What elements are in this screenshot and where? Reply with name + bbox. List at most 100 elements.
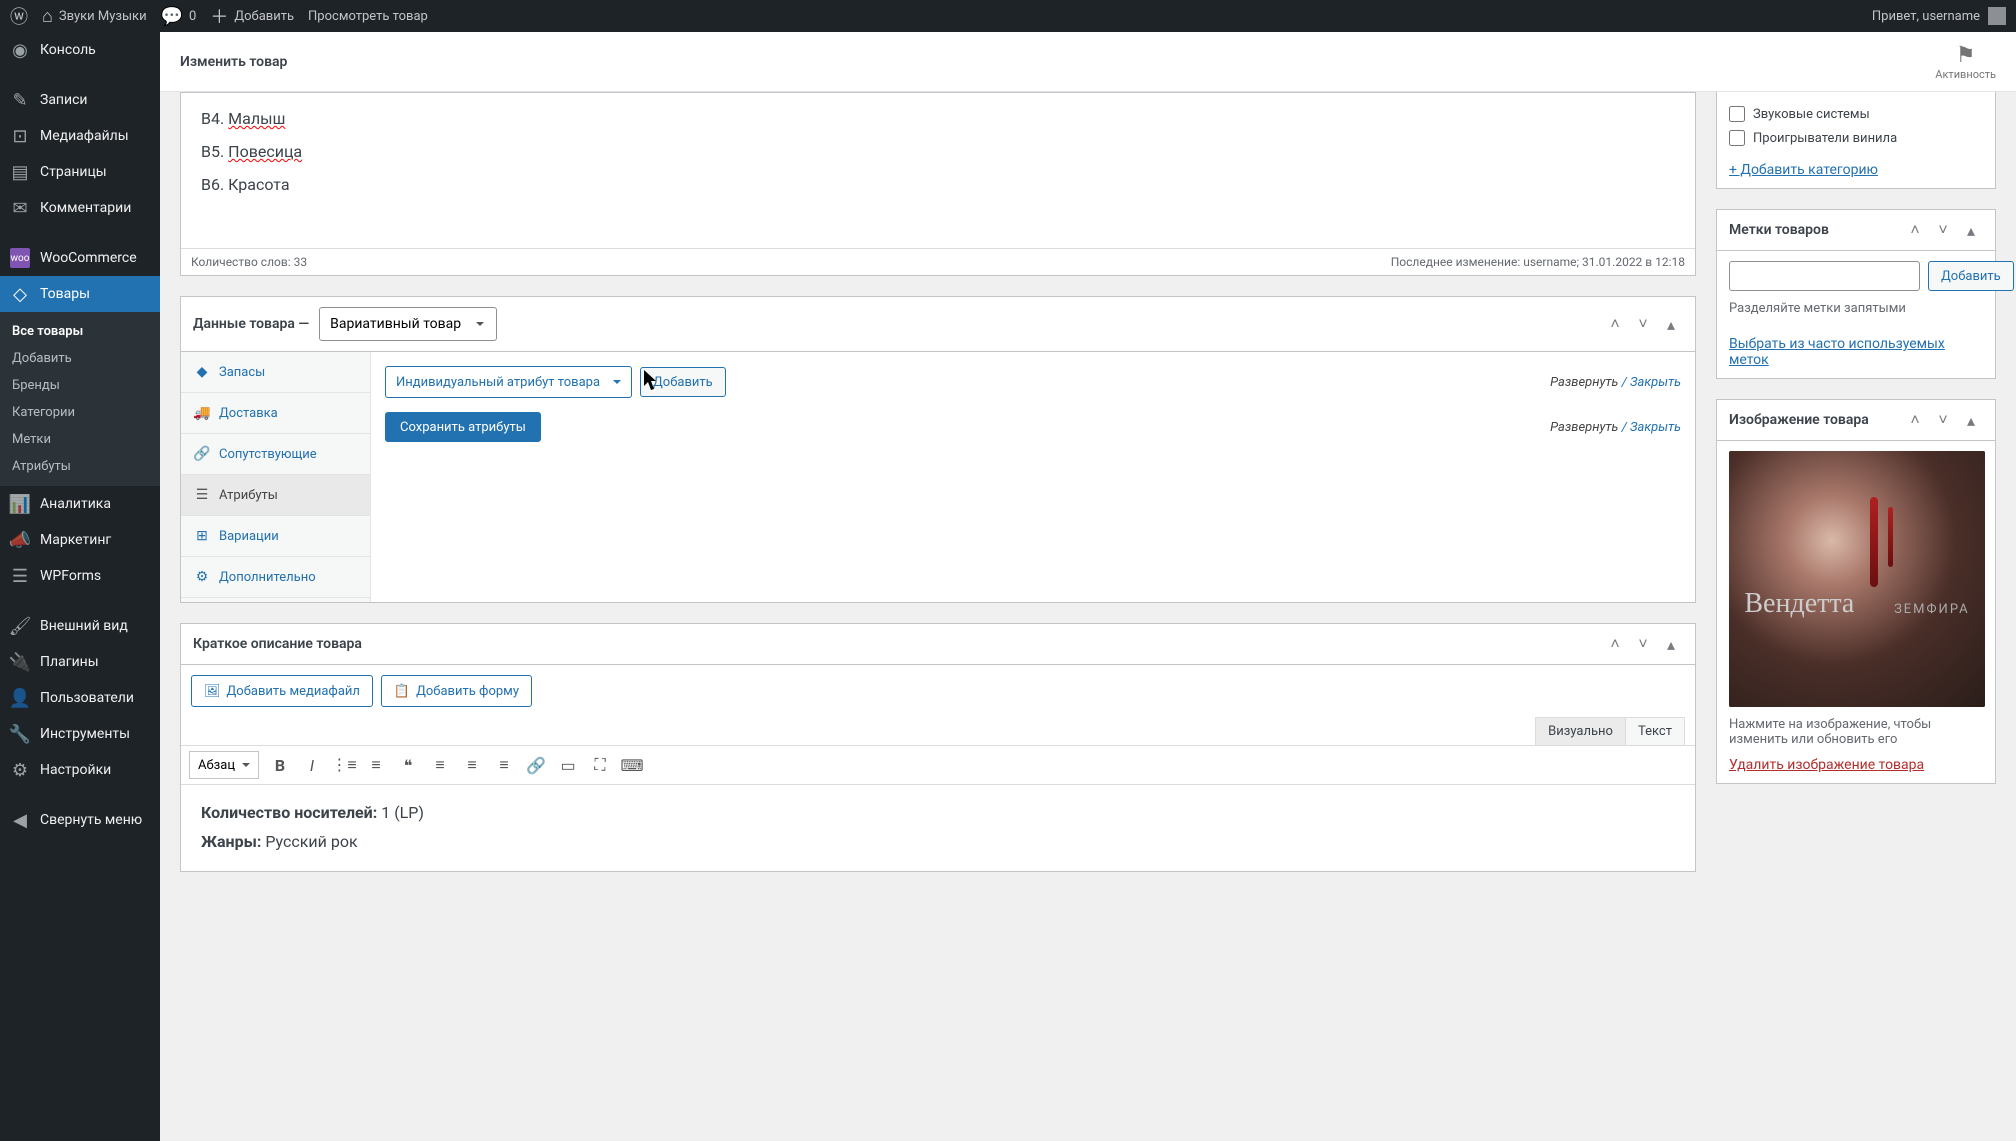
editor-toolbar: Абзац B I ⋮≡ ≡ ❝ ≡ ≡ ≡ 🔗 ▭ ⛶ ⌨ bbox=[181, 746, 1695, 785]
caret-up-icon[interactable]: ▴ bbox=[1959, 408, 1983, 432]
sidebar-item-wpforms[interactable]: ☰WPForms bbox=[0, 558, 160, 594]
product-data-title: Данные товара — bbox=[193, 316, 309, 332]
submenu-item-attributes[interactable]: Атрибуты bbox=[0, 453, 160, 480]
attribute-select[interactable]: Индивидуальный атрибут товара bbox=[385, 366, 632, 398]
comments-link[interactable]: 💬0 bbox=[161, 6, 197, 27]
italic-button[interactable]: I bbox=[297, 750, 327, 780]
sidebar-item-pages[interactable]: ▤Страницы bbox=[0, 154, 160, 190]
greeting-link[interactable]: Привет, username bbox=[1872, 9, 1980, 24]
add-form-button[interactable]: 📋Добавить форму bbox=[381, 675, 532, 707]
chevron-up-icon[interactable]: ˄ bbox=[1903, 408, 1927, 432]
tab-linked[interactable]: 🔗Сопутствующие bbox=[181, 434, 370, 475]
submenu-item-categories[interactable]: Категории bbox=[0, 399, 160, 426]
toolbar-toggle-button[interactable]: ⌨ bbox=[617, 750, 647, 780]
sidebar-item-media[interactable]: ⊡Медиафайлы bbox=[0, 118, 160, 154]
expand-close-link-2[interactable]: Развернуть / Закрыть bbox=[1550, 420, 1681, 435]
sidebar-submenu-products: Все товары Добавить Бренды Категории Мет… bbox=[0, 312, 160, 486]
category-checkbox-1[interactable]: Звуковые системы bbox=[1729, 102, 1983, 126]
view-product-link[interactable]: Просмотреть товар bbox=[308, 9, 428, 24]
add-media-button[interactable]: 🖼Добавить медиафайл bbox=[191, 675, 373, 707]
attributes-panel: Индивидуальный атрибут товара Добавить Р… bbox=[371, 352, 1695, 602]
bold-button[interactable]: B bbox=[265, 750, 295, 780]
add-tag-button[interactable]: Добавить bbox=[1928, 261, 2014, 291]
sidebar-item-dashboard[interactable]: ◉Консоль bbox=[0, 32, 160, 68]
sidebar-item-plugins[interactable]: 🔌Плагины bbox=[0, 644, 160, 680]
submenu-item-brands[interactable]: Бренды bbox=[0, 372, 160, 399]
caret-up-icon[interactable]: ▴ bbox=[1659, 632, 1683, 656]
chevron-down-icon[interactable]: ˅ bbox=[1931, 218, 1955, 242]
sidebar-item-marketing[interactable]: 📣Маркетинг bbox=[0, 522, 160, 558]
sidebar-item-settings[interactable]: ⚙Настройки bbox=[0, 752, 160, 788]
tab-variations[interactable]: ⊞Вариации bbox=[181, 516, 370, 557]
sidebar-item-posts[interactable]: ✎Записи bbox=[0, 82, 160, 118]
submenu-item-all-products[interactable]: Все товары bbox=[0, 318, 160, 345]
flag-icon: ⚑ bbox=[1935, 43, 1996, 68]
numbered-list-button[interactable]: ≡ bbox=[361, 750, 391, 780]
align-center-button[interactable]: ≡ bbox=[457, 750, 487, 780]
save-attributes-button[interactable]: Сохранить атрибуты bbox=[385, 412, 541, 442]
more-button[interactable]: ▭ bbox=[553, 750, 583, 780]
choose-tags-link[interactable]: Выбрать из часто используемых меток bbox=[1729, 336, 1945, 368]
submenu-item-add[interactable]: Добавить bbox=[0, 345, 160, 372]
sidebar-item-users[interactable]: 👤Пользователи bbox=[0, 680, 160, 716]
activity-button[interactable]: ⚑ Активность bbox=[1935, 43, 1996, 81]
short-description-content[interactable]: Количество носителей: 1 (LP) Жанры: Русс… bbox=[181, 785, 1695, 871]
add-category-link[interactable]: + Добавить категорию bbox=[1729, 162, 1878, 178]
align-right-button[interactable]: ≡ bbox=[489, 750, 519, 780]
editor-postbox: B4. Малыш B5. Повесица B6. Красота Колич… bbox=[180, 92, 1696, 276]
sidebar-item-collapse[interactable]: ◀Свернуть меню bbox=[0, 802, 160, 838]
remove-image-link[interactable]: Удалить изображение товара bbox=[1729, 757, 1924, 773]
link-button[interactable]: 🔗 bbox=[521, 750, 551, 780]
category-checkbox-2[interactable]: Проигрыватели винила bbox=[1729, 126, 1983, 150]
site-name-link[interactable]: ⌂Звуки Музыки bbox=[42, 6, 147, 27]
sidebar-item-tools[interactable]: 🔧Инструменты bbox=[0, 716, 160, 752]
editor-content[interactable]: B4. Малыш B5. Повесица B6. Красота bbox=[181, 93, 1695, 248]
tag-input[interactable] bbox=[1729, 261, 1920, 291]
sidebar-item-analytics[interactable]: 📊Аналитика bbox=[0, 486, 160, 522]
add-attribute-button[interactable]: Добавить bbox=[640, 367, 726, 397]
form-icon: 📋 bbox=[394, 684, 410, 699]
submenu-item-tags[interactable]: Метки bbox=[0, 426, 160, 453]
tab-attributes[interactable]: ☰Атрибуты bbox=[181, 475, 370, 516]
last-edit: Последнее изменение: username; 31.01.202… bbox=[1391, 255, 1685, 269]
tab-advanced[interactable]: ⚙Дополнительно bbox=[181, 557, 370, 598]
sidebar-item-comments[interactable]: ✉Комментарии bbox=[0, 190, 160, 226]
chevron-up-icon[interactable]: ˄ bbox=[1603, 632, 1627, 656]
tags-hint: Разделяйте метки запятыми bbox=[1717, 301, 1995, 326]
add-new-link[interactable]: ＋Добавить bbox=[210, 3, 294, 29]
media-icon: 🖼 bbox=[204, 684, 221, 699]
format-select[interactable]: Абзац bbox=[189, 751, 259, 779]
chevron-up-icon[interactable]: ˄ bbox=[1903, 218, 1927, 242]
page-title: Изменить товар bbox=[180, 54, 287, 70]
main-content: Изменить товар ⚑ Активность B4. Малыш B5… bbox=[160, 32, 2016, 1141]
chevron-down-icon[interactable]: ˅ bbox=[1631, 632, 1655, 656]
editor-tab-text[interactable]: Текст bbox=[1625, 717, 1685, 745]
chevron-down-icon[interactable]: ˅ bbox=[1631, 312, 1655, 336]
product-type-select[interactable]: Вариативный товар bbox=[319, 307, 497, 341]
admin-bar: ⓦ ⌂Звуки Музыки 💬0 ＋Добавить Просмотреть… bbox=[0, 0, 2016, 32]
short-description-postbox: Краткое описание товара ˄ ˅ ▴ 🖼Добавить … bbox=[180, 623, 1696, 872]
product-data-tabs: ◆Запасы 🚚Доставка 🔗Сопутствующие ☰Атрибу… bbox=[181, 352, 371, 602]
sidebar-item-appearance[interactable]: 🖌Внешний вид bbox=[0, 608, 160, 644]
tab-inventory[interactable]: ◆Запасы bbox=[181, 352, 370, 393]
avatar[interactable] bbox=[1988, 7, 2006, 25]
expand-close-link-1[interactable]: Развернуть / Закрыть bbox=[1550, 375, 1681, 390]
chevron-up-icon[interactable]: ˄ bbox=[1603, 312, 1627, 336]
caret-up-icon[interactable]: ▴ bbox=[1959, 218, 1983, 242]
sidebar-item-woocommerce[interactable]: wooWooCommerce bbox=[0, 240, 160, 276]
sidebar-item-products[interactable]: ◇Товары bbox=[0, 276, 160, 312]
product-data-postbox: Данные товара — Вариативный товар ˄ ˅ ▴ … bbox=[180, 296, 1696, 603]
product-image[interactable]: Вендетта ЗЕМФИРА bbox=[1729, 451, 1985, 707]
chevron-down-icon[interactable]: ˅ bbox=[1931, 408, 1955, 432]
align-left-button[interactable]: ≡ bbox=[425, 750, 455, 780]
page-header: Изменить товар ⚑ Активность bbox=[160, 32, 2016, 92]
tab-shipping[interactable]: 🚚Доставка bbox=[181, 393, 370, 434]
wp-logo[interactable]: ⓦ bbox=[10, 3, 28, 29]
editor-tab-visual[interactable]: Визуально bbox=[1535, 717, 1626, 745]
quote-button[interactable]: ❝ bbox=[393, 750, 423, 780]
categories-postbox: Звуковые системы Проигрыватели винила + … bbox=[1716, 92, 1996, 189]
fullscreen-button[interactable]: ⛶ bbox=[585, 750, 615, 780]
bullet-list-button[interactable]: ⋮≡ bbox=[329, 750, 359, 780]
caret-up-icon[interactable]: ▴ bbox=[1659, 312, 1683, 336]
admin-sidebar: ◉Консоль ✎Записи ⊡Медиафайлы ▤Страницы ✉… bbox=[0, 32, 160, 1141]
